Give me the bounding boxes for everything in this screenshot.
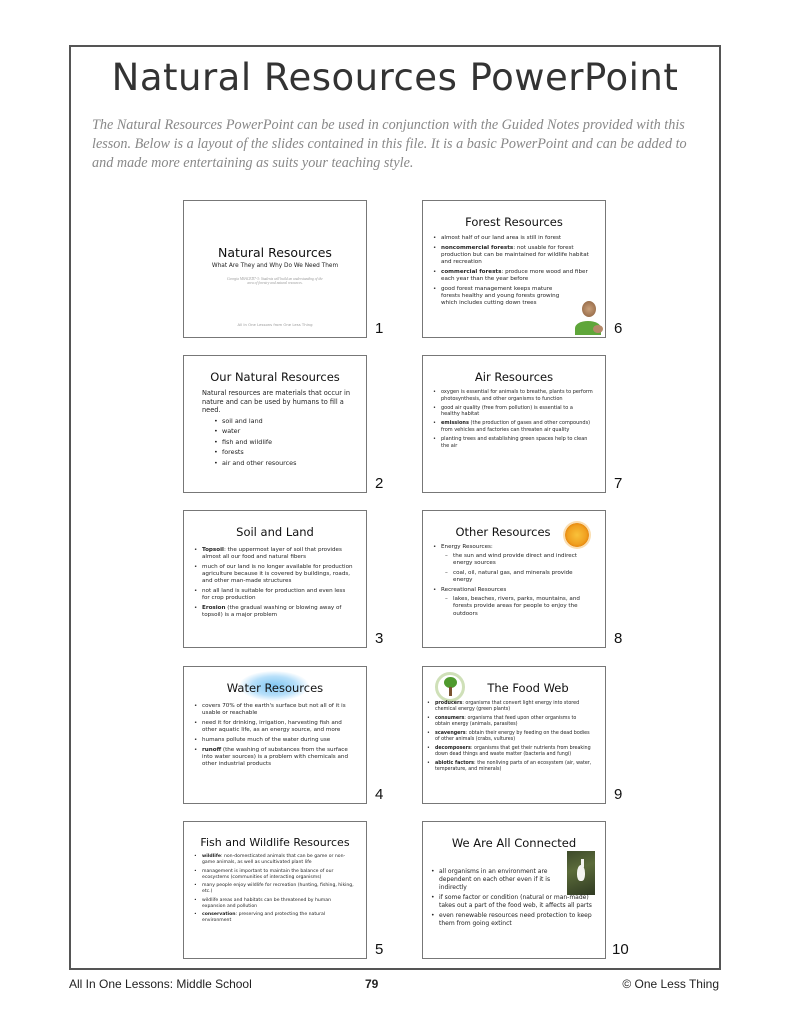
bullet: if some factor or condition (natural or … bbox=[431, 894, 595, 910]
sub-bullet: coal, oil, natural gas, and minerals pro… bbox=[445, 570, 593, 584]
sub-bullet: the sun and wind provide direct and indi… bbox=[445, 553, 593, 567]
slide-credit: All In One Lessons from One Less Thing bbox=[237, 322, 313, 327]
slide-number: 4 bbox=[375, 786, 384, 803]
bullet: planting trees and establishing green sp… bbox=[433, 436, 593, 449]
sub-bullet: lakes, beaches, rivers, parks, mountains… bbox=[445, 596, 593, 618]
slide-number: 6 bbox=[614, 320, 623, 337]
slide-title: Water Resources bbox=[226, 681, 324, 695]
footer-page-number: 79 bbox=[365, 977, 379, 991]
bullet: consumers: organisms that feed upon othe… bbox=[427, 716, 593, 728]
slide-thumbnail-4: Water Resources covers 70% of the earth'… bbox=[183, 666, 367, 804]
footer-left: All In One Lessons: Middle School bbox=[69, 977, 252, 991]
bullet: good air quality (free from pollution) i… bbox=[433, 405, 593, 418]
bullet: conservation: preserving and protecting … bbox=[194, 912, 354, 924]
bullet: emissions (the production of gases and o… bbox=[433, 420, 593, 433]
slide-bullets: soil and land water fish and wildlife fo… bbox=[184, 417, 366, 467]
bullet: covers 70% of the earth's surface but no… bbox=[194, 703, 354, 717]
slide-intro: Natural resources are materials that occ… bbox=[202, 389, 351, 415]
bullet: Erosion (the gradual washing or blowing … bbox=[194, 605, 354, 619]
slide-thumbnail-1: Natural Resources What Are They and Why … bbox=[183, 200, 367, 338]
bullet: management is important to maintain the … bbox=[194, 869, 354, 881]
slide-number: 5 bbox=[375, 941, 384, 958]
slide-title: Forest Resources bbox=[465, 215, 563, 229]
bullet: almost half of our land area is still in… bbox=[433, 235, 593, 242]
slide-title: Natural Resources bbox=[218, 245, 332, 260]
page-frame bbox=[69, 45, 721, 970]
bullet: water bbox=[214, 427, 354, 435]
slide-title: Air Resources bbox=[474, 370, 554, 384]
slide-number: 10 bbox=[612, 941, 629, 958]
bullet: forests bbox=[214, 448, 354, 456]
slide-number: 8 bbox=[614, 630, 623, 647]
slide-number: 1 bbox=[375, 320, 384, 337]
intro-paragraph: The Natural Resources PowerPoint can be … bbox=[92, 117, 687, 171]
pinecone-image bbox=[573, 301, 603, 335]
slide-thumbnail-7: Air Resources oxygen is essential for an… bbox=[422, 355, 606, 493]
bullet: even renewable resources need protection… bbox=[431, 912, 595, 928]
slide-thumbnail-2: Our Natural Resources Natural resources … bbox=[183, 355, 367, 493]
slide-bullets: wildlife: non-domesticated animals that … bbox=[184, 854, 366, 924]
bullet: decomposers: organisms that get their nu… bbox=[427, 746, 593, 758]
slide-bullets: oxygen is essential for animals to breat… bbox=[423, 389, 605, 449]
slide-number: 9 bbox=[614, 786, 623, 803]
bullet: runoff (the washing of substances from t… bbox=[194, 747, 354, 769]
slide-title: Soil and Land bbox=[236, 525, 314, 539]
bullet: need it for drinking, irrigation, harves… bbox=[194, 720, 354, 734]
bullet: scavengers: obtain their energy by feedi… bbox=[427, 731, 593, 743]
sub-bullets: the sun and wind provide direct and indi… bbox=[441, 553, 593, 584]
bullet: noncommercial forests: not usable for fo… bbox=[433, 245, 593, 267]
bullet: not all land is suitable for production … bbox=[194, 588, 354, 602]
slide-subtitle: What Are They and Why Do We Need Them bbox=[211, 263, 339, 269]
slide-thumbnail-8: Other Resources Energy Resources: the su… bbox=[422, 510, 606, 648]
egret-photo bbox=[567, 851, 595, 895]
slide-thumbnail-6: Forest Resources almost half of our land… bbox=[422, 200, 606, 338]
slide-thumbnail-5: Fish and Wildlife Resources wildlife: no… bbox=[183, 821, 367, 959]
slide-number: 3 bbox=[375, 630, 384, 647]
slide-thumbnail-9: The Food Web producers: organisms that c… bbox=[422, 666, 606, 804]
slide-bullets: Topsoil: the uppermost layer of soil tha… bbox=[184, 547, 366, 619]
slide-bullets: covers 70% of the earth's surface but no… bbox=[184, 703, 366, 768]
bullet: humans pollute much of the water during … bbox=[194, 737, 354, 744]
bullet: wildlife: non-domesticated animals that … bbox=[194, 854, 354, 866]
slide-standard: Georgia MSACED7-3: Students will build a… bbox=[227, 277, 323, 285]
slide-thumbnail-3: Soil and Land Topsoil: the uppermost lay… bbox=[183, 510, 367, 648]
bullet: commercial forests: produce more wood an… bbox=[433, 269, 593, 283]
slide-groups: Energy Resources: the sun and wind provi… bbox=[423, 544, 605, 618]
slide-number: 7 bbox=[614, 475, 623, 492]
bullet: Energy Resources: the sun and wind provi… bbox=[433, 544, 593, 585]
bullet: wildlife areas and habitats can be threa… bbox=[194, 898, 354, 910]
slide-bullets: producers: organisms that convert light … bbox=[423, 701, 605, 773]
bullet: abiotic factors: the nonliving parts of … bbox=[427, 761, 593, 773]
bullet: fish and wildlife bbox=[214, 438, 354, 446]
bullet: Recreational Resources lakes, beaches, r… bbox=[433, 587, 593, 618]
footer-right: © One Less Thing bbox=[622, 977, 719, 991]
slide-title: Fish and Wildlife Resources bbox=[200, 836, 350, 849]
sub-bullets: lakes, beaches, rivers, parks, mountains… bbox=[441, 596, 593, 618]
bullet: air and other resources bbox=[214, 459, 354, 467]
page-title: Natural Resources PowerPoint bbox=[111, 56, 679, 99]
bullet: much of our land is no longer available … bbox=[194, 564, 354, 586]
slide-thumbnail-10: We Are All Connected all organisms in an… bbox=[422, 821, 606, 959]
bullet: producers: organisms that convert light … bbox=[427, 701, 593, 713]
bullet: oxygen is essential for animals to breat… bbox=[433, 389, 593, 402]
slide-title: Other Resources bbox=[455, 525, 551, 539]
slide-title: Our Natural Resources bbox=[210, 370, 340, 384]
slide-title: We Are All Connected bbox=[451, 836, 577, 850]
bullet: Topsoil: the uppermost layer of soil tha… bbox=[194, 547, 354, 561]
bullet: good forest management keeps mature fore… bbox=[433, 286, 593, 308]
bullet: many people enjoy wildlife for recreatio… bbox=[194, 883, 354, 895]
bullet: all organisms in an environment are depe… bbox=[431, 868, 565, 891]
bullet: soil and land bbox=[214, 417, 354, 425]
slide-number: 2 bbox=[375, 475, 384, 492]
tree-recycle-icon bbox=[435, 672, 465, 702]
slide-bullets: almost half of our land area is still in… bbox=[423, 235, 605, 307]
slide-title: The Food Web bbox=[487, 681, 569, 695]
